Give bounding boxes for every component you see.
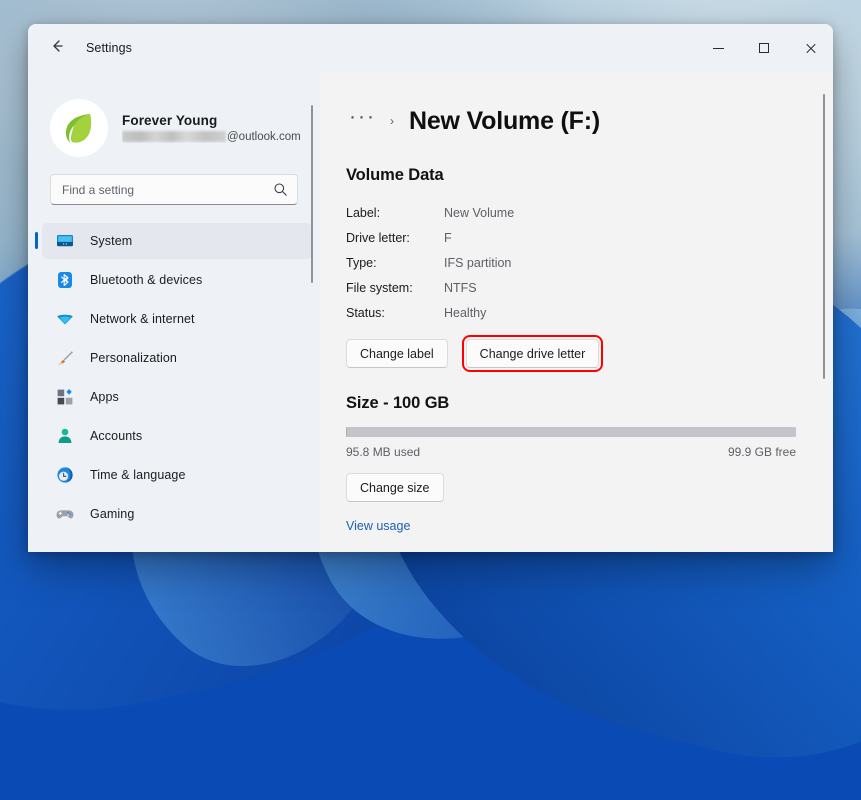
sidebar-item-gaming[interactable]: Gaming bbox=[42, 496, 312, 532]
person-icon bbox=[52, 426, 78, 446]
sidebar-scrollbar[interactable] bbox=[311, 105, 313, 283]
volume-action-buttons: Change label Change drive letter bbox=[346, 339, 833, 368]
row-key: Drive letter: bbox=[346, 231, 444, 245]
sidebar-item-apps[interactable]: Apps bbox=[42, 379, 312, 415]
maximize-icon bbox=[759, 43, 769, 53]
title-bar: Settings bbox=[28, 24, 833, 72]
change-label-button[interactable]: Change label bbox=[346, 339, 448, 368]
search-input[interactable] bbox=[62, 183, 273, 197]
monitor-icon bbox=[52, 231, 78, 251]
storage-used-label: 95.8 MB used bbox=[346, 445, 420, 459]
storage-usage-bar bbox=[346, 427, 796, 437]
sidebar-item-bluetooth-devices[interactable]: Bluetooth & devices bbox=[42, 262, 312, 298]
change-drive-letter-button[interactable]: Change drive letter bbox=[466, 339, 600, 368]
profile-email-domain: @outlook.com bbox=[227, 131, 301, 143]
size-heading: Size - 100 GB bbox=[346, 394, 833, 413]
volume-data-table: Label: New Volume Drive letter: F Type: … bbox=[346, 200, 833, 325]
apps-icon bbox=[52, 387, 78, 407]
table-row: Status: Healthy bbox=[346, 300, 833, 325]
main-content: ··· › New Volume (F:) Volume Data Label:… bbox=[320, 72, 833, 552]
row-value: NTFS bbox=[444, 281, 477, 295]
view-usage-link[interactable]: View usage bbox=[346, 519, 410, 533]
sidebar-item-network-internet[interactable]: Network & internet bbox=[42, 301, 312, 337]
content-scrollbar[interactable] bbox=[823, 94, 825, 379]
row-value: Healthy bbox=[444, 306, 486, 320]
brush-icon bbox=[52, 348, 78, 368]
redacted-email-icon bbox=[122, 131, 226, 142]
change-size-button[interactable]: Change size bbox=[346, 473, 444, 502]
row-key: File system: bbox=[346, 281, 444, 295]
app-title: Settings bbox=[86, 41, 132, 55]
chevron-right-icon: › bbox=[390, 114, 394, 128]
clock-icon bbox=[52, 465, 78, 485]
row-value: IFS partition bbox=[444, 256, 511, 270]
table-row: Drive letter: F bbox=[346, 225, 833, 250]
avatar bbox=[50, 99, 108, 157]
row-value: F bbox=[444, 231, 452, 245]
profile-name: Forever Young bbox=[122, 113, 301, 128]
row-key: Type: bbox=[346, 256, 444, 270]
sidebar-item-label: Network & internet bbox=[90, 312, 195, 326]
sidebar-item-label: System bbox=[90, 234, 132, 248]
sidebar-item-time-language[interactable]: Time & language bbox=[42, 457, 312, 493]
minimize-button[interactable] bbox=[695, 24, 741, 72]
sidebar-nav: System Bluetooth & devices bbox=[28, 223, 320, 552]
close-button[interactable] bbox=[787, 24, 833, 72]
back-button[interactable] bbox=[40, 32, 74, 64]
user-profile[interactable]: Forever Young @outlook.com bbox=[28, 72, 320, 166]
breadcrumb: ··· › New Volume (F:) bbox=[346, 100, 833, 142]
back-arrow-icon bbox=[49, 38, 65, 59]
table-row: Type: IFS partition bbox=[346, 250, 833, 275]
storage-free-label: 99.9 GB free bbox=[728, 445, 796, 459]
leaf-avatar-icon bbox=[56, 105, 102, 151]
table-row: Label: New Volume bbox=[346, 200, 833, 225]
breadcrumb-overflow-button[interactable]: ··· bbox=[346, 112, 379, 130]
gamepad-icon bbox=[52, 504, 78, 524]
row-key: Label: bbox=[346, 206, 444, 220]
maximize-button[interactable] bbox=[741, 24, 787, 72]
profile-text: Forever Young @outlook.com bbox=[122, 113, 301, 143]
sidebar-item-label: Apps bbox=[90, 390, 119, 404]
sidebar: Forever Young @outlook.com bbox=[28, 72, 320, 552]
profile-email: @outlook.com bbox=[122, 131, 301, 143]
window-body: Forever Young @outlook.com bbox=[28, 72, 833, 552]
row-key: Status: bbox=[346, 306, 444, 320]
storage-usage-labels: 95.8 MB used 99.9 GB free bbox=[346, 445, 796, 459]
page-title: New Volume (F:) bbox=[409, 107, 600, 136]
search-wrapper bbox=[28, 166, 320, 205]
sidebar-item-personalization[interactable]: Personalization bbox=[42, 340, 312, 376]
bluetooth-icon bbox=[52, 270, 78, 290]
search-icon bbox=[273, 182, 288, 197]
row-value: New Volume bbox=[444, 206, 514, 220]
settings-window: Settings bbox=[28, 24, 833, 552]
size-action-buttons: Change size bbox=[346, 473, 833, 502]
window-controls bbox=[695, 24, 833, 72]
sidebar-item-accounts[interactable]: Accounts bbox=[42, 418, 312, 454]
close-icon bbox=[805, 43, 816, 54]
sidebar-item-label: Bluetooth & devices bbox=[90, 273, 202, 287]
search-box[interactable] bbox=[50, 174, 298, 205]
sidebar-item-label: Time & language bbox=[90, 468, 186, 482]
volume-data-heading: Volume Data bbox=[346, 166, 833, 185]
sidebar-item-label: Personalization bbox=[90, 351, 177, 365]
sidebar-item-system[interactable]: System bbox=[42, 223, 312, 259]
minimize-icon bbox=[713, 48, 724, 49]
wifi-icon bbox=[52, 309, 78, 329]
table-row: File system: NTFS bbox=[346, 275, 833, 300]
sidebar-item-label: Accounts bbox=[90, 429, 142, 443]
sidebar-item-label: Gaming bbox=[90, 507, 134, 521]
